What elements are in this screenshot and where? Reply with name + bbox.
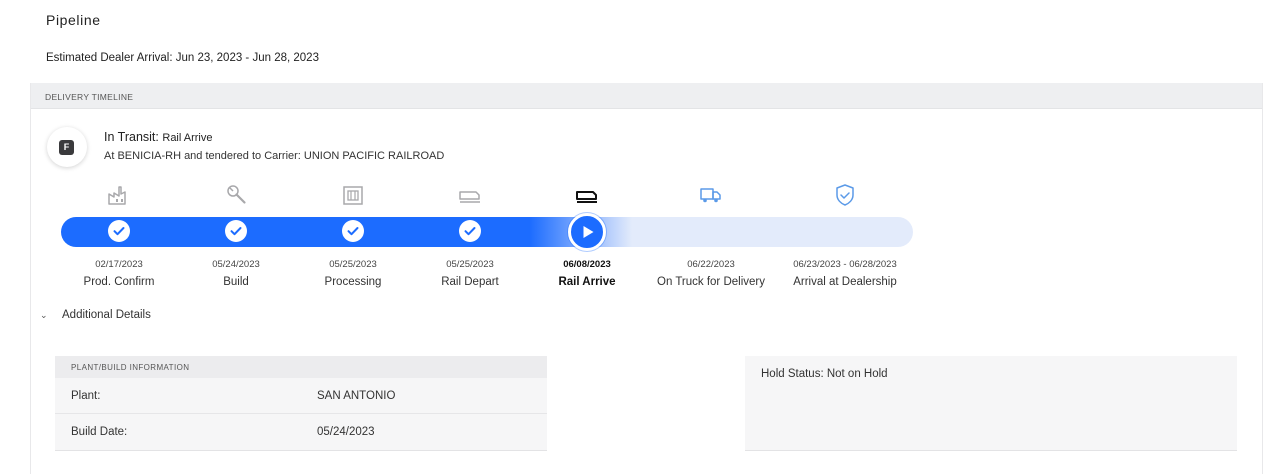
play-icon xyxy=(583,226,594,238)
stage-arrival-dealership: 06/23/2023 - 06/28/2023 Arrival at Deale… xyxy=(775,183,915,293)
stage-label: Rail Arrive xyxy=(558,276,616,288)
build-date-value: 05/24/2023 xyxy=(317,426,375,438)
train-icon xyxy=(576,191,597,203)
status-detail: At BENICIA-RH and tendered to Carrier: U… xyxy=(104,150,445,162)
current-stage-marker xyxy=(568,213,606,251)
check-icon xyxy=(230,227,242,236)
shield-check-icon xyxy=(836,184,854,206)
gate-icon xyxy=(343,186,363,205)
stage-on-truck: 06/22/2023 On Truck for Delivery xyxy=(641,183,781,293)
stage-date: 06/08/2023 xyxy=(563,259,611,270)
status-label: In Transit: xyxy=(104,130,159,144)
check-icon xyxy=(113,227,125,236)
plant-value: SAN ANTONIO xyxy=(317,390,396,402)
check-icon xyxy=(347,227,359,236)
hold-status-text: Hold Status: Not on Hold xyxy=(761,368,888,380)
stage-rail-arrive: 06/08/2023 Rail Arrive xyxy=(517,183,657,293)
hold-status-card: Hold Status: Not on Hold xyxy=(745,356,1237,451)
stage-date: 06/22/2023 xyxy=(687,259,735,270)
delivery-timeline-title: DELIVERY TIMELINE xyxy=(45,92,134,102)
plant-build-card: PLANT/BUILD INFORMATION Plant: SAN ANTON… xyxy=(55,356,547,451)
stage-date: 06/23/2023 - 06/28/2023 xyxy=(793,259,897,270)
status-sub: Rail Arrive xyxy=(162,132,213,144)
stage-label: Arrival at Dealership xyxy=(793,276,897,288)
truck-icon xyxy=(700,188,721,203)
stage-check xyxy=(225,220,247,242)
stage-label: On Truck for Delivery xyxy=(657,276,765,288)
plant-key: Plant: xyxy=(71,390,101,402)
build-date-row: Build Date: 05/24/2023 xyxy=(55,414,547,450)
page-title: Pipeline xyxy=(46,12,101,28)
stage-check xyxy=(342,220,364,242)
estimated-arrival: Estimated Dealer Arrival: Jun 23, 2023 -… xyxy=(46,52,319,64)
chevron-down-icon: ⌄ xyxy=(40,310,48,320)
status-badge-letter: F xyxy=(59,140,74,155)
wrench-icon xyxy=(227,185,246,204)
additional-details-label: Additional Details xyxy=(62,309,151,321)
build-date-key: Build Date: xyxy=(71,426,128,438)
plant-build-header: PLANT/BUILD INFORMATION xyxy=(55,356,547,378)
status-line: In Transit: Rail Arrive xyxy=(104,130,213,144)
factory-icon xyxy=(108,186,126,205)
plant-build-title: PLANT/BUILD INFORMATION xyxy=(71,363,190,372)
stage-check xyxy=(459,220,481,242)
stage-check xyxy=(108,220,130,242)
additional-details-toggle[interactable]: ⌄ Additional Details xyxy=(40,309,151,321)
plant-row: Plant: SAN ANTONIO xyxy=(55,378,547,414)
check-icon xyxy=(464,227,476,236)
train-icon xyxy=(459,191,480,203)
status-badge: F xyxy=(47,127,87,167)
delivery-timeline-header: DELIVERY TIMELINE xyxy=(31,83,1262,109)
